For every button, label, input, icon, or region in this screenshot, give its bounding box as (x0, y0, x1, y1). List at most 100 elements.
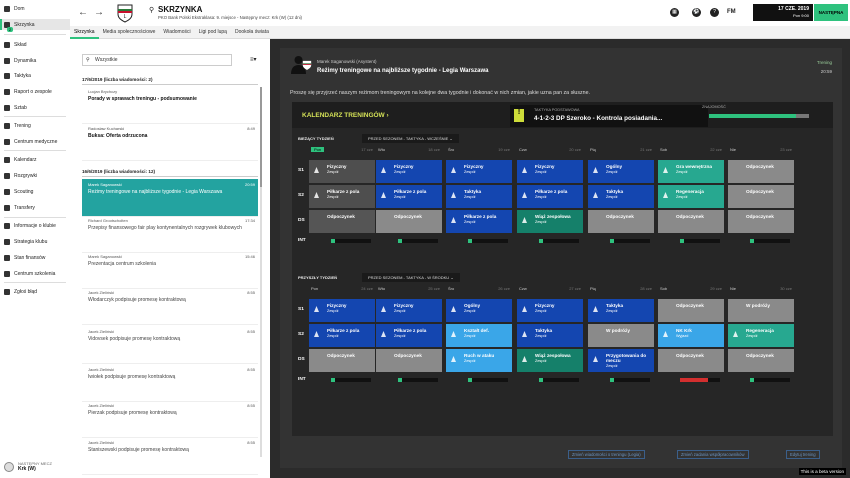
fm-menu-button[interactable]: FM (727, 9, 736, 15)
tab-4[interactable]: Dookoła świata (231, 26, 273, 39)
help-icon[interactable]: ? (710, 8, 719, 17)
message-item[interactable]: Marek Saganowski 20:59 Reżimy treningowe n… (82, 179, 258, 217)
training-session[interactable]: Odpoczynek (728, 349, 794, 372)
nav-item-11[interactable]: Scouting (0, 186, 70, 197)
tactic-selector[interactable]: ! TAKTYKA PODSTAWOWA 4-1-2-3 DP Szeroko … (510, 105, 708, 127)
nav-item-16[interactable]: Centrum szkolenia (0, 268, 70, 279)
training-session[interactable]: Odpoczynek (376, 210, 442, 233)
tab-0[interactable]: Skrzynka (70, 26, 99, 39)
training-session[interactable]: Piłkarze z pola Zespół (376, 185, 442, 208)
inbox-group-header[interactable]: 16/6/2019 (liczba wiadomości: 12) (82, 169, 258, 177)
club-crest-icon[interactable]: L (115, 3, 135, 23)
nav-item-5[interactable]: Raport o zespole (0, 86, 70, 97)
nav-item-7[interactable]: Trening (0, 120, 70, 131)
training-session[interactable]: Fizyczny Zespół (376, 299, 442, 322)
training-session[interactable]: Fizyczny Zespół (517, 299, 583, 322)
training-session[interactable]: W podróży (728, 299, 794, 322)
tab-2[interactable]: Wiadomości (159, 26, 194, 39)
nav-item-14[interactable]: Strategia klubu (0, 236, 70, 247)
message-item[interactable]: Radosław Kucharski 8:49 Buksa: Oferta odrz… (82, 123, 258, 161)
action-button-2[interactable]: Edytuj trening (786, 450, 820, 459)
message-item[interactable]: Marek Saganowski 15:46 Prezentacja centrum… (82, 251, 258, 289)
forward-arrow-icon[interactable]: → (94, 7, 104, 18)
message-item[interactable]: Lucjan Brychczy Porady w sprawach trening… (82, 86, 258, 124)
search-icon[interactable]: ⚲ (149, 6, 154, 14)
training-session[interactable]: Odpoczynek (728, 210, 794, 233)
training-session[interactable]: Gra wewnętrzna Zespół (658, 160, 724, 183)
date-box[interactable]: 17 CZE. 2019 Pon 9:00 (753, 4, 813, 21)
training-session[interactable]: Fizyczny Zespół (309, 160, 375, 183)
tab-3[interactable]: Ligi pod lupą (195, 26, 231, 39)
training-session[interactable]: Odpoczynek (658, 349, 724, 372)
inbox-filter-search[interactable]: ⚲ Wszystkie (82, 54, 232, 66)
session-title: Piłkarze z pola (327, 328, 360, 333)
training-session[interactable]: Odpoczynek (728, 160, 794, 183)
training-session[interactable]: Piłkarze z pola Zespół (309, 324, 375, 347)
tab-1[interactable]: Media społecznościowe (99, 26, 160, 39)
training-session[interactable]: Ruch w ataku Zespół (446, 349, 512, 372)
training-session[interactable]: Odpoczynek (376, 349, 442, 372)
training-session[interactable]: Ogólny Zespół (446, 299, 512, 322)
message-item[interactable]: Jacek Zieliński 8:55 Vidovsek podpisuje pr… (82, 326, 258, 364)
training-session[interactable]: Odpoczynek (309, 210, 375, 233)
soccer-ball-icon[interactable]: ⚽ (692, 8, 701, 17)
nav-item-3[interactable]: Dynamika (0, 55, 70, 66)
training-session[interactable]: Wiąż zespołowa Zespół (517, 210, 583, 233)
training-session[interactable]: Fizyczny Zespół (309, 299, 375, 322)
week-schedule-select[interactable]: PRZED SEZONEM - TAKTYKA - W ŚRODKU ⌄ (362, 273, 460, 282)
nav-item-10[interactable]: Rozgrywki (0, 170, 70, 181)
session-title: Fizyczny (535, 303, 555, 308)
nav-item-6[interactable]: Sztab (0, 102, 70, 113)
action-button-0[interactable]: Zmień wiadomości o treningu (Legia) (568, 450, 645, 459)
training-session[interactable]: Odpoczynek (658, 210, 724, 233)
training-session[interactable]: Fizyczny Zespół (446, 160, 512, 183)
nav-item-1[interactable]: Skrzynka 2 (0, 19, 70, 32)
training-session[interactable]: Taktyka Zespół (588, 299, 654, 322)
nav-item-17[interactable]: Zgłoś błąd (0, 286, 70, 297)
back-arrow-icon[interactable]: ← (78, 7, 88, 18)
nav-item-4[interactable]: Taktyka (0, 70, 70, 81)
training-session[interactable]: Odpoczynek (309, 349, 375, 372)
training-session[interactable]: Piłkarze z pola Zespół (376, 324, 442, 347)
training-session[interactable]: Piłkarze z pola Zespół (517, 185, 583, 208)
training-session[interactable]: Wiąż zespołowa Zespół (517, 349, 583, 372)
action-button-1[interactable]: Zmień zadania współpracowników (677, 450, 749, 459)
nav-item-12[interactable]: Transfery (0, 202, 70, 213)
training-session[interactable]: Ogólny Zespół (588, 160, 654, 183)
message-item[interactable]: Jacek Zieliński 8:55 Włodarczyk podpisuje … (82, 287, 258, 325)
continue-button[interactable]: NASTĘPNA (814, 4, 848, 21)
inbox-group-header[interactable]: 17/6/2019 (liczba wiadomości: 2) (82, 77, 258, 85)
training-session[interactable]: W podróży (588, 324, 654, 347)
training-session[interactable]: Taktyka Zespół (588, 185, 654, 208)
nav-item-15[interactable]: Stan finansów (0, 252, 70, 263)
training-session[interactable]: Piłkarze z pola Zespół (309, 185, 375, 208)
calendar-title[interactable]: KALENDARZ TRENINGÓW › (302, 112, 389, 119)
training-session[interactable]: NK Krk Wyjazd (658, 324, 724, 347)
message-item[interactable]: Jacek Zieliński 8:55 Staniszewski podpisuj… (82, 437, 258, 475)
training-session[interactable]: Odpoczynek (588, 210, 654, 233)
nav-item-13[interactable]: Informacje o klubie (0, 220, 70, 231)
nav-item-2[interactable]: Skład (0, 39, 70, 50)
training-session[interactable]: Regeneracja Zespół (658, 185, 724, 208)
training-session[interactable]: Taktyka Zespół (446, 185, 512, 208)
nav-item-0[interactable]: Dom (0, 3, 70, 14)
inbox-scrollbar[interactable] (260, 87, 262, 457)
training-session[interactable]: Regeneracja Zespół (728, 324, 794, 347)
training-session[interactable]: Taktyka Zespół (517, 324, 583, 347)
message-item[interactable]: Jacek Zieliński 8:55 Iwiołek podpisuje pro… (82, 364, 258, 402)
message-item[interactable]: Richard Grootscholten 17:34 Przepisy finan… (82, 215, 258, 253)
training-session[interactable]: Odpoczynek (658, 299, 724, 322)
training-session[interactable]: Przygotowania do meczu Zespół (588, 349, 654, 372)
nav-item-9[interactable]: Kalendarz (0, 154, 70, 165)
training-session[interactable]: Odpoczynek (728, 185, 794, 208)
grid-icon[interactable]: ▦ (670, 8, 679, 17)
next-match[interactable]: NASTĘPNY MECZ Krk (W) (0, 455, 70, 478)
training-session[interactable]: Piłkarze z pola Zespół (446, 210, 512, 233)
week-schedule-select[interactable]: PRZED SEZONEM - TAKTYKA - WCZEŚNIE ⌄ (362, 134, 459, 143)
message-item[interactable]: Jacek Zieliński 8:55 Pierzak podpisuje pro… (82, 400, 258, 438)
training-session[interactable]: Kształt def. Zespół (446, 324, 512, 347)
filter-menu-icon[interactable]: ≡▾ (250, 56, 257, 63)
training-session[interactable]: Fizyczny Zespół (376, 160, 442, 183)
nav-item-8[interactable]: Centrum medyczne (0, 136, 70, 147)
training-session[interactable]: Fizyczny Zespół (517, 160, 583, 183)
